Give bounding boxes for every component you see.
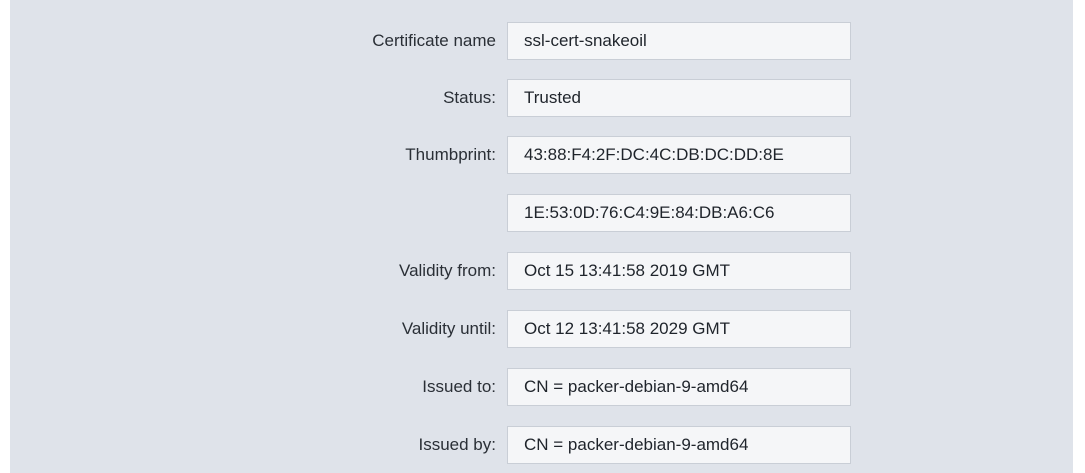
certificate-name-field[interactable]: ssl-cert-snakeoil: [507, 22, 851, 60]
status-row: Status: Trusted: [10, 79, 1073, 117]
issued-by-field[interactable]: CN = packer-debian-9-amd64: [507, 426, 851, 464]
issued-to-field[interactable]: CN = packer-debian-9-amd64: [507, 368, 851, 406]
thumbprint-row: Thumbprint: 43:88:F4:2F:DC:4C:DB:DC:DD:8…: [10, 136, 1073, 174]
validity-from-label: Validity from:: [399, 261, 496, 280]
thumbprint-label: Thumbprint:: [405, 145, 496, 164]
thumbprint-row-2: 1E:53:0D:76:C4:9E:84:DB:A6:C6: [10, 194, 1073, 232]
certificate-name-label: Certificate name: [372, 31, 496, 50]
validity-from-row: Validity from: Oct 15 13:41:58 2019 GMT: [10, 252, 1073, 290]
issued-by-label: Issued by:: [418, 435, 497, 454]
validity-until-label: Validity until:: [401, 319, 496, 338]
issued-to-label: Issued to:: [422, 377, 496, 396]
issued-by-row: Issued by: CN = packer-debian-9-amd64: [10, 426, 1073, 464]
certificate-name-row: Certificate name ssl-cert-snakeoil: [10, 22, 1073, 60]
validity-from-field[interactable]: Oct 15 13:41:58 2019 GMT: [507, 252, 851, 290]
status-field[interactable]: Trusted: [507, 79, 851, 117]
status-label: Status:: [443, 88, 496, 107]
validity-until-field[interactable]: Oct 12 13:41:58 2029 GMT: [507, 310, 851, 348]
certificate-details-panel: Certificate name ssl-cert-snakeoil Statu…: [10, 0, 1073, 473]
thumbprint-field-line1[interactable]: 43:88:F4:2F:DC:4C:DB:DC:DD:8E: [507, 136, 851, 174]
issued-to-row: Issued to: CN = packer-debian-9-amd64: [10, 368, 1073, 406]
validity-until-row: Validity until: Oct 12 13:41:58 2029 GMT: [10, 310, 1073, 348]
thumbprint-field-line2[interactable]: 1E:53:0D:76:C4:9E:84:DB:A6:C6: [507, 194, 851, 232]
